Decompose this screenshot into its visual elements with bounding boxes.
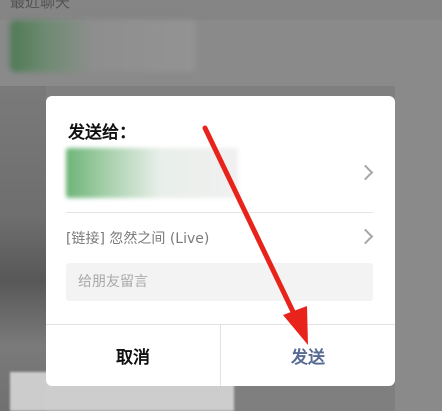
shared-link-text: [链接] 忽然之间 (Live) (66, 231, 210, 247)
recipient-row[interactable] (46, 144, 395, 212)
send-button[interactable]: 发送 (221, 325, 395, 386)
shared-link-row[interactable]: [链接] 忽然之间 (Live) (46, 218, 395, 254)
background-section-title: 最近聊天 (10, 0, 71, 11)
background-right-strip (395, 86, 442, 411)
cancel-button[interactable]: 取消 (46, 325, 220, 386)
chevron-right-icon (357, 228, 374, 245)
divider (66, 212, 373, 213)
recipient-avatar-blurred (66, 148, 238, 198)
background-chat-avatar-blurred (10, 20, 196, 72)
chevron-right-icon (357, 164, 374, 181)
background-left-strip (0, 86, 46, 411)
message-input[interactable] (66, 263, 373, 301)
share-dialog: 发送给： [链接] 忽然之间 (Live) 取消 发送 (46, 96, 395, 386)
dialog-title: 发送给： (68, 123, 136, 143)
background-header: 最近聊天 (0, 0, 442, 20)
